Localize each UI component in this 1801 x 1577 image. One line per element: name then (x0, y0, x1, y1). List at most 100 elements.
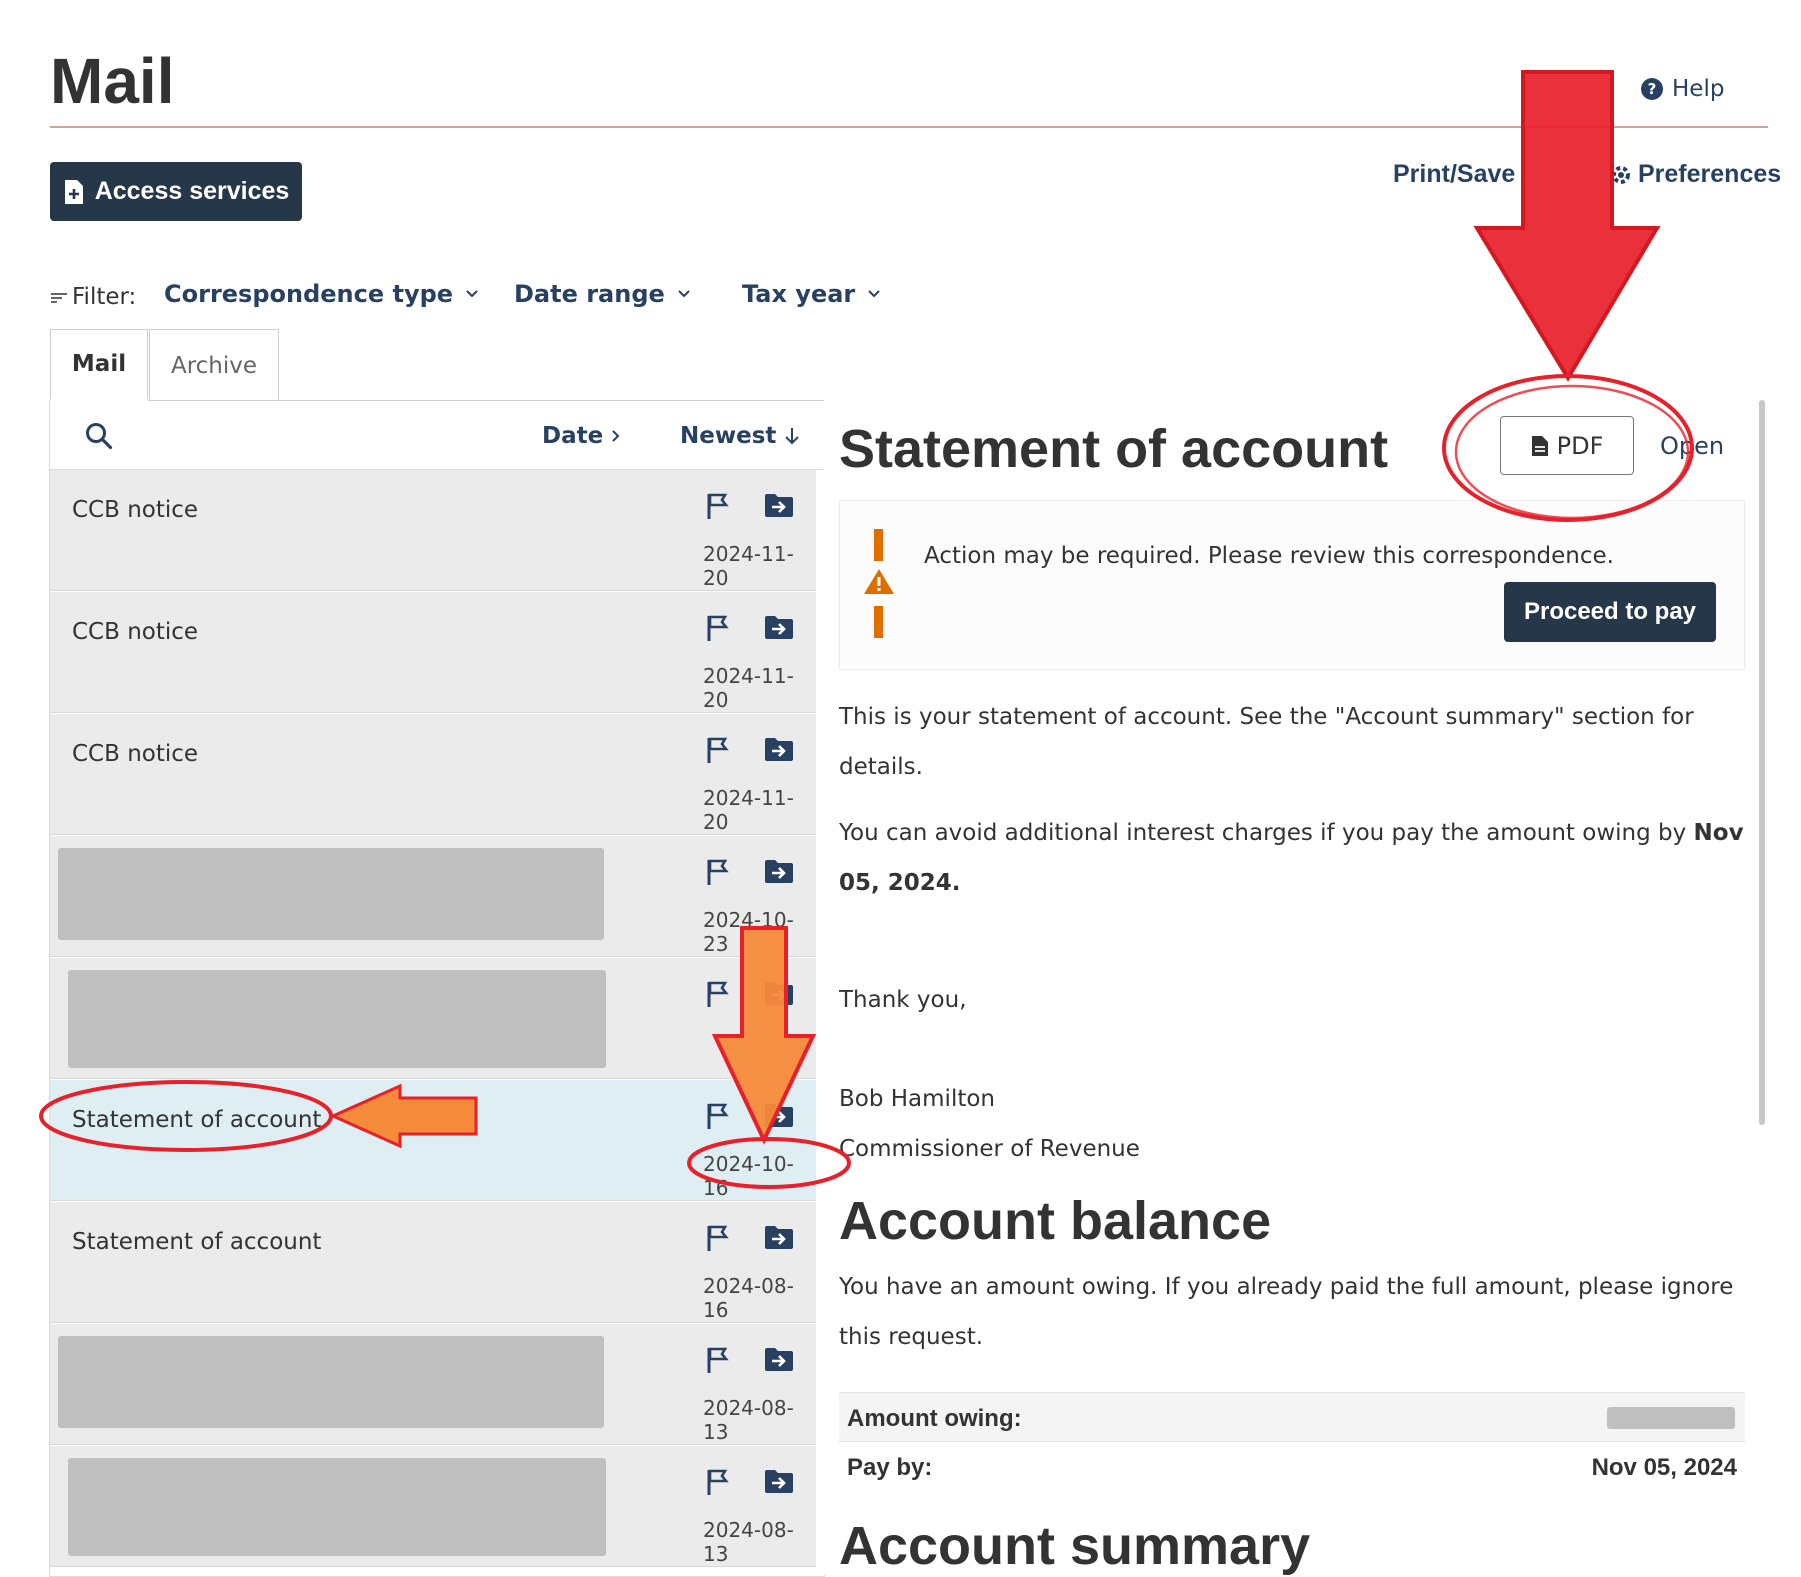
interest-paragraph: You can avoid additional interest charge… (839, 808, 1744, 908)
document-icon (1531, 435, 1549, 457)
help-link[interactable]: ? Help (1640, 76, 1724, 102)
move-to-folder-icon[interactable] (764, 1224, 794, 1250)
list-item[interactable] (50, 958, 816, 1079)
search-icon[interactable] (84, 421, 114, 451)
chevron-down-icon (677, 289, 691, 299)
filter-label: Filter: (72, 284, 137, 310)
flag-icon[interactable] (706, 736, 732, 764)
preferences-link[interactable]: Preferences (1610, 160, 1781, 189)
pdf-button[interactable]: PDF (1500, 416, 1634, 475)
pay-by-row: Pay by: Nov 05, 2024 (839, 1442, 1745, 1492)
list-item[interactable]: CCB notice 2024-11-20 (50, 470, 816, 591)
move-to-folder-icon[interactable] (764, 492, 794, 518)
list-item-date: 2024-11-20 (703, 786, 794, 834)
list-item[interactable]: CCB notice 2024-11-20 (50, 592, 816, 713)
list-item-title: Statement of account (72, 1229, 322, 1255)
list-item[interactable]: Statement of account 2024-08-16 (50, 1202, 816, 1323)
pay-by-label: Pay by: (847, 1454, 933, 1481)
correspondence-type-label: Correspondence type (164, 280, 454, 308)
account-summary-heading: Account summary (839, 1516, 1311, 1576)
list-item[interactable]: 2024-08-13 (50, 1324, 816, 1445)
flag-icon[interactable] (706, 1468, 732, 1496)
arrow-down-icon (784, 426, 800, 446)
flag-icon[interactable] (706, 1224, 732, 1252)
page-title: Mail (50, 45, 175, 117)
date-range-label: Date range (514, 280, 665, 308)
signer-name: Bob Hamilton (839, 1086, 996, 1112)
move-to-folder-icon[interactable] (764, 736, 794, 762)
print-save-link[interactable]: Print/Save (1393, 160, 1515, 189)
list-item[interactable]: Statement of account 2024-10-16 (50, 1080, 816, 1201)
list-item-date: 2024-11-20 (703, 542, 794, 590)
redacted-title (68, 1458, 606, 1556)
list-item-date: 2024-10-16 (703, 1152, 794, 1200)
list-item-date: 2024-08-16 (703, 1274, 794, 1322)
access-services-label: Access services (94, 177, 290, 205)
tab-archive[interactable]: Archive (149, 329, 279, 401)
help-label: Help (1672, 76, 1725, 102)
thanks-text: Thank you, (839, 987, 967, 1013)
mail-list-panel: Date Newest CCB notice 2024-11-20 CCB noti… (49, 400, 825, 1577)
list-item-title: CCB notice (72, 741, 199, 767)
date-range-dropdown[interactable]: Date range (514, 280, 691, 308)
flag-icon[interactable] (706, 492, 732, 520)
detail-scrollbar[interactable] (1759, 400, 1765, 1125)
svg-text:?: ? (1648, 80, 1657, 98)
open-link[interactable]: Open (1660, 432, 1724, 460)
move-to-folder-icon[interactable] (764, 1346, 794, 1372)
detail-title: Statement of account (839, 419, 1389, 479)
redacted-title (58, 848, 604, 940)
flag-icon[interactable] (706, 614, 732, 642)
list-item-date: 2024-10-23 (703, 908, 794, 956)
sort-order-button[interactable]: Newest (680, 423, 800, 449)
sort-order-label: Newest (680, 423, 777, 449)
list-item-title: CCB notice (72, 619, 199, 645)
list-item-date: 2024-11-20 (703, 664, 794, 712)
filter-label-group: Filter: (50, 284, 136, 310)
list-toolbar: Date Newest (50, 401, 824, 470)
signer-title: Commissioner of Revenue (839, 1136, 1140, 1162)
redacted-amount (1607, 1407, 1735, 1429)
balance-paragraph: You have an amount owing. If you already… (839, 1274, 1734, 1350)
list-item-date: 2024-08-13 (703, 1518, 794, 1566)
pdf-label: PDF (1556, 431, 1604, 460)
detail-panel: Statement of account PDF Open Action may… (824, 400, 1769, 1576)
list-item-title: CCB notice (72, 497, 199, 523)
filter-lines-icon (50, 290, 68, 304)
tax-year-dropdown[interactable]: Tax year (742, 280, 881, 308)
account-balance-heading: Account balance (839, 1191, 1272, 1251)
flag-icon[interactable] (706, 1102, 732, 1130)
sort-field-button[interactable]: Date (542, 423, 621, 449)
move-to-folder-icon[interactable] (764, 980, 794, 1006)
title-divider (50, 126, 1768, 128)
flag-icon[interactable] (706, 980, 732, 1008)
gear-icon (1610, 164, 1632, 186)
flag-icon[interactable] (706, 858, 732, 886)
help-icon: ? (1640, 77, 1664, 101)
warning-alert: Action may be required. Please review th… (839, 500, 1745, 670)
document-plus-icon (63, 179, 85, 205)
red-arrow-annotation (1473, 70, 1661, 382)
move-to-folder-icon[interactable] (764, 1468, 794, 1494)
list-item-title: Statement of account (72, 1107, 322, 1133)
move-to-folder-icon[interactable] (764, 614, 794, 640)
move-to-folder-icon[interactable] (764, 1102, 794, 1128)
list-item[interactable]: 2024-10-23 (50, 836, 816, 957)
proceed-to-pay-button[interactable]: Proceed to pay (1504, 582, 1716, 642)
list-item[interactable]: CCB notice 2024-11-20 (50, 714, 816, 835)
correspondence-type-dropdown[interactable]: Correspondence type (164, 280, 479, 308)
tab-mail[interactable]: Mail (50, 329, 148, 401)
warning-icon (862, 529, 896, 639)
access-services-button[interactable]: Access services (50, 162, 302, 221)
chevron-right-icon (611, 429, 621, 443)
alert-message: Action may be required. Please review th… (924, 543, 1614, 569)
interest-text: You can avoid additional interest charge… (839, 820, 1694, 846)
sort-field-label: Date (542, 423, 604, 449)
redacted-title (58, 1336, 604, 1428)
move-to-folder-icon[interactable] (764, 858, 794, 884)
redacted-title (68, 970, 606, 1068)
amount-owing-row: Amount owing: (839, 1392, 1745, 1442)
pay-by-value: Nov 05, 2024 (1591, 1454, 1737, 1481)
flag-icon[interactable] (706, 1346, 732, 1374)
list-item[interactable]: 2024-08-13 (50, 1446, 816, 1567)
